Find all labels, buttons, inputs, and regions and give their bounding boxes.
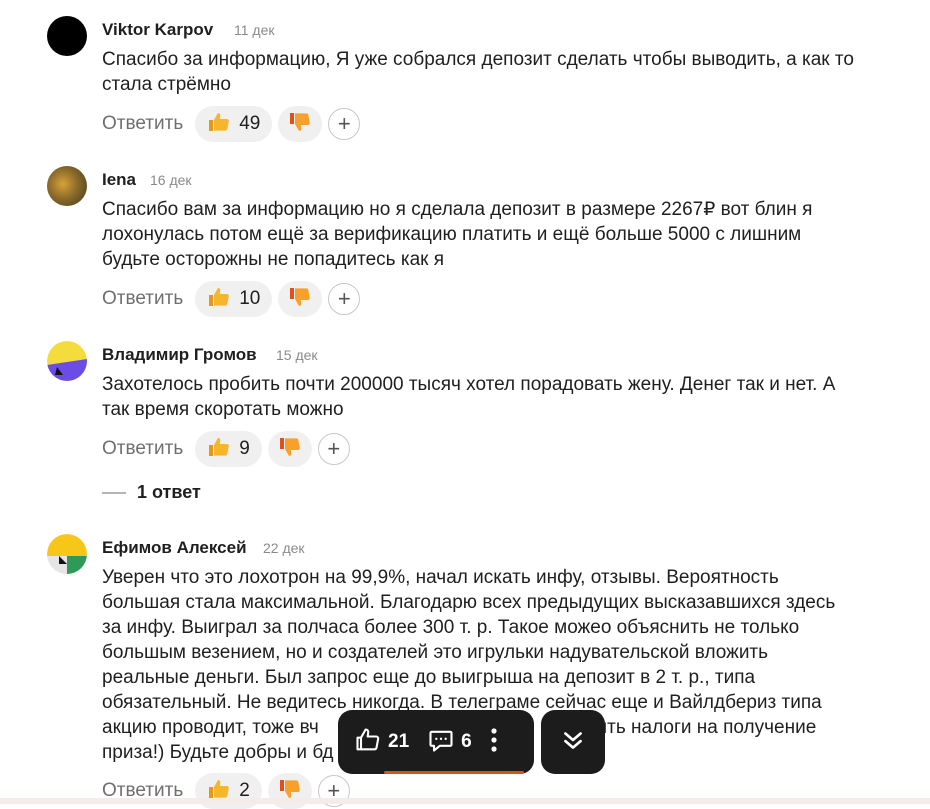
add-reaction-button[interactable]: + — [328, 283, 361, 315]
scroll-down-button[interactable] — [541, 710, 605, 774]
show-replies-button[interactable]: 1 ответ — [102, 482, 201, 503]
like-count: 49 — [239, 113, 261, 134]
more-vertical-icon — [490, 727, 498, 758]
avatar[interactable] — [47, 341, 87, 381]
comment-actions: Ответить 10 + — [102, 281, 361, 317]
like-outline-icon — [354, 726, 382, 759]
comment-text: Спасибо за информацию, Я уже собрался де… — [102, 47, 902, 97]
replies-divider — [102, 491, 126, 494]
avatar[interactable] — [47, 16, 87, 56]
comment-text: Спасибо вам за информацию но я сделала д… — [102, 197, 902, 272]
comment-date: 11 дек — [234, 22, 275, 38]
comment-author[interactable]: Viktor Karpov — [102, 20, 213, 40]
bar-accent-underline — [384, 771, 524, 774]
comment-author[interactable]: Ефимов Алексей — [102, 538, 247, 558]
article-like-button[interactable]: 21 — [354, 726, 409, 759]
avatar[interactable] — [47, 166, 87, 206]
replies-count: 1 ответ — [137, 482, 201, 502]
plus-icon: + — [327, 436, 341, 461]
add-reaction-button[interactable]: + — [328, 108, 361, 140]
comment-actions: Ответить 9 + — [102, 431, 350, 467]
thumbs-down-icon — [288, 110, 312, 139]
comment-text-line: Уверен что это лохотрон на 99,9%, начал … — [102, 567, 779, 588]
more-button[interactable] — [490, 727, 498, 758]
reply-button[interactable]: Ответить — [102, 438, 183, 460]
comment-actions: Ответить 49 + — [102, 106, 361, 142]
comment-date: 16 дек — [150, 172, 192, 188]
thumbs-down-icon — [278, 435, 302, 464]
dislike-button[interactable] — [267, 431, 312, 467]
comment-date: 22 дек — [263, 540, 305, 556]
comment-text-line: стала стрёмно — [102, 74, 231, 95]
comment-text-line: реальные деньги. Был запрос еще до выигр… — [102, 667, 756, 688]
like-count: 9 — [239, 438, 250, 459]
comment-text-line: будьте осторожны не попадитесь как я — [102, 249, 445, 270]
comment-text-line: так время скоротать можно — [102, 399, 344, 420]
plus-icon: + — [337, 286, 351, 311]
double-chevron-down-icon — [560, 727, 586, 758]
dislike-button[interactable] — [278, 106, 323, 142]
comments-count: 6 — [461, 731, 472, 752]
avatar[interactable] — [47, 534, 87, 574]
bottom-edge — [0, 798, 930, 804]
comment-date: 15 дек — [276, 347, 318, 363]
floating-action-bar: 21 6 — [338, 710, 534, 774]
reply-button[interactable]: Ответить — [102, 113, 183, 135]
like-button[interactable]: 9 — [195, 431, 262, 467]
article-like-count: 21 — [388, 731, 410, 752]
dislike-button[interactable] — [278, 281, 323, 317]
comment-icon — [427, 726, 455, 759]
thumbs-up-icon — [207, 285, 231, 314]
comment-text-line: Спасибо за информацию, Я уже собрался де… — [102, 49, 854, 70]
like-count: 10 — [239, 288, 261, 309]
reply-button[interactable]: Ответить — [102, 288, 183, 310]
comment-text-line: за инфу. Выиграл за полчаса более 300 т.… — [102, 617, 800, 638]
thumbs-up-icon — [207, 110, 231, 139]
add-reaction-button[interactable]: + — [317, 433, 350, 465]
like-button[interactable]: 49 — [195, 106, 273, 142]
comment-text-line: Захотелось пробить почти 200000 тысяч хо… — [102, 374, 836, 395]
thumbs-up-icon — [207, 435, 231, 464]
comment-author[interactable]: Iena — [102, 170, 136, 190]
comment-text-line: большым везением, но и создателей это иг… — [102, 642, 769, 663]
like-button[interactable]: 10 — [195, 281, 273, 317]
comment-text-line: большая стала максимальной. Благодарю вс… — [102, 592, 836, 613]
comment-text-line: лохонулась потом ещё за верификацию плат… — [102, 224, 802, 245]
comment-author[interactable]: Владимир Громов — [102, 345, 257, 365]
plus-icon: + — [337, 111, 351, 136]
comments-button[interactable]: 6 — [427, 726, 472, 759]
comment-text-line: Спасибо вам за информацию но я сделала д… — [102, 199, 813, 220]
thumbs-down-icon — [288, 285, 312, 314]
comment-text: Захотелось пробить почти 200000 тысяч хо… — [102, 372, 902, 422]
